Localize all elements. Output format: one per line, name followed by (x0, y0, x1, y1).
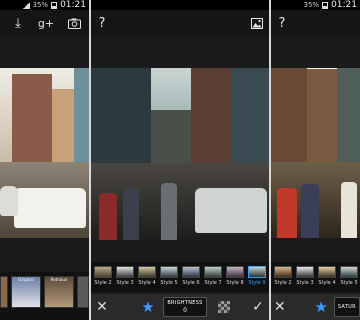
filter-tile[interactable]: Retrolux (44, 276, 74, 308)
style-thumb[interactable]: Style 5 (339, 262, 359, 292)
bottom-toolbar: ✕ ★ SATUR (271, 294, 360, 320)
action-bar: ? (271, 10, 360, 36)
download-icon[interactable]: ⤓ (10, 13, 26, 33)
filter-tile[interactable] (0, 276, 8, 308)
screenshot-stage: 35% 01:21 ⤓ g+ Original Retrolux ? Style… (0, 0, 360, 320)
battery-icon (322, 1, 329, 9)
photo-preview (271, 68, 360, 238)
help-icon[interactable]: ? (95, 13, 109, 33)
action-bar: ? (91, 10, 269, 36)
style-thumb[interactable]: Style 6 (181, 262, 201, 292)
style-thumb-selected[interactable]: Style 9 (247, 262, 267, 292)
battery-percent: 35% (303, 1, 320, 9)
star-icon[interactable]: ★ (312, 298, 329, 316)
style-thumb[interactable]: Style 5 (159, 262, 179, 292)
status-bar (91, 0, 269, 10)
style-strip: Style 2 Style 3 Style 4 Style 5 Style 6 … (91, 262, 269, 292)
checkerboard-icon[interactable] (213, 301, 235, 313)
status-bar: 35% 01:21 (271, 0, 360, 10)
status-bar: 35% 01:21 (0, 0, 89, 10)
style-thumb[interactable]: Style 3 (295, 262, 315, 292)
battery-percent: 35% (32, 1, 49, 9)
image-icon[interactable] (249, 13, 265, 33)
close-icon[interactable]: ✕ (91, 299, 113, 315)
star-icon[interactable]: ★ (137, 298, 159, 316)
close-icon[interactable]: ✕ (271, 299, 288, 315)
saturation-control[interactable]: SATUR (333, 297, 360, 317)
photo-preview (0, 68, 89, 238)
status-clock: 01:21 (331, 0, 357, 10)
style-thumb[interactable]: Style 3 (115, 262, 135, 292)
photo-preview (91, 68, 269, 240)
action-bar: ⤓ g+ (0, 10, 89, 36)
camera-settings-icon[interactable] (66, 13, 82, 33)
filter-tile[interactable] (77, 276, 89, 308)
filter-tiles: Original Retrolux (0, 272, 89, 320)
style-thumb[interactable]: Style 2 (93, 262, 113, 292)
status-clock: 01:21 (60, 0, 86, 10)
style-strip: Style 2 Style 3 Style 4 Style 5 (271, 262, 360, 292)
bottom-toolbar: ✕ ★ BRIGHTNESS 0 ✓ (91, 294, 269, 320)
brightness-control[interactable]: BRIGHTNESS 0 (163, 297, 207, 317)
filter-tile[interactable]: Original (11, 276, 41, 308)
style-thumb[interactable]: Style 4 (317, 262, 337, 292)
signal-icon (22, 1, 30, 9)
style-thumb[interactable]: Style 4 (137, 262, 157, 292)
left-screen: 35% 01:21 ⤓ g+ Original Retrolux (0, 0, 89, 320)
style-thumb[interactable]: Style 2 (273, 262, 293, 292)
battery-icon (51, 1, 58, 9)
style-thumb[interactable]: Style 8 (225, 262, 245, 292)
check-icon[interactable]: ✓ (247, 299, 269, 315)
google-plus-icon[interactable]: g+ (36, 13, 56, 33)
help-icon[interactable]: ? (275, 13, 289, 33)
right-screen: 35% 01:21 ? Style 2 Style 3 Style 4 Styl… (271, 0, 360, 320)
middle-screen: ? Style 2 Style 3 Style 4 Style 5 Style … (91, 0, 269, 320)
style-thumb[interactable]: Style 7 (203, 262, 223, 292)
